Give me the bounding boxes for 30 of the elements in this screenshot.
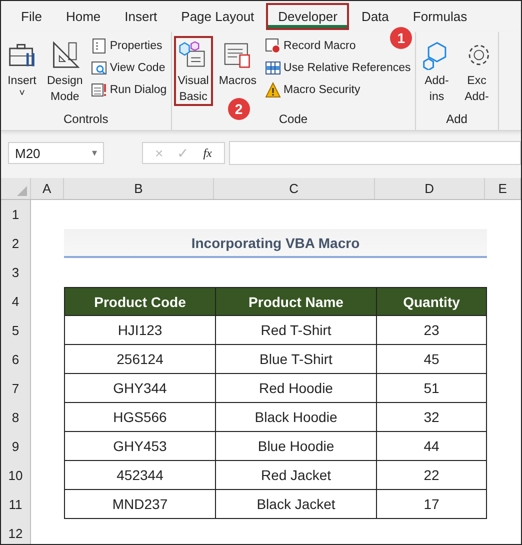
group-label: Code	[278, 112, 309, 128]
table-cell: Red Jacket	[215, 461, 376, 490]
table-cell: 17	[376, 490, 487, 519]
table-cell: 22	[376, 461, 487, 490]
group-label: Controls	[62, 112, 110, 128]
table-cell: Blue T-Shirt	[215, 345, 376, 374]
table-cell: HJI123	[64, 316, 215, 345]
table-cell: Black Hoodie	[215, 403, 376, 432]
table-cell: GHY344	[64, 374, 215, 403]
group-label: Add	[445, 112, 468, 128]
table-cell: 51	[376, 374, 487, 403]
table-cell: Red Hoodie	[215, 374, 376, 403]
table-header-cell: Product Name	[215, 287, 376, 316]
table-cell: 44	[376, 432, 487, 461]
table-header-cell: Product Code	[64, 287, 215, 316]
step-badge: 1	[390, 27, 412, 49]
table-cell: Blue Hoodie	[215, 432, 376, 461]
table-cell: Red T-Shirt	[215, 316, 376, 345]
table-cell: HGS566	[64, 403, 215, 432]
table-cell: 23	[376, 316, 487, 345]
table-cell: MND237	[64, 490, 215, 519]
sheet-title: Incorporating VBA Macro	[64, 229, 487, 258]
table-cell: 452344	[64, 461, 215, 490]
table-cell: GHY453	[64, 432, 215, 461]
table-cell: 32	[376, 403, 487, 432]
table-cell: 45	[376, 345, 487, 374]
step-badge: 2	[228, 98, 250, 120]
table-cell: 256124	[64, 345, 215, 374]
table-header-cell: Quantity	[376, 287, 487, 316]
table-cell: Black Jacket	[215, 490, 376, 519]
